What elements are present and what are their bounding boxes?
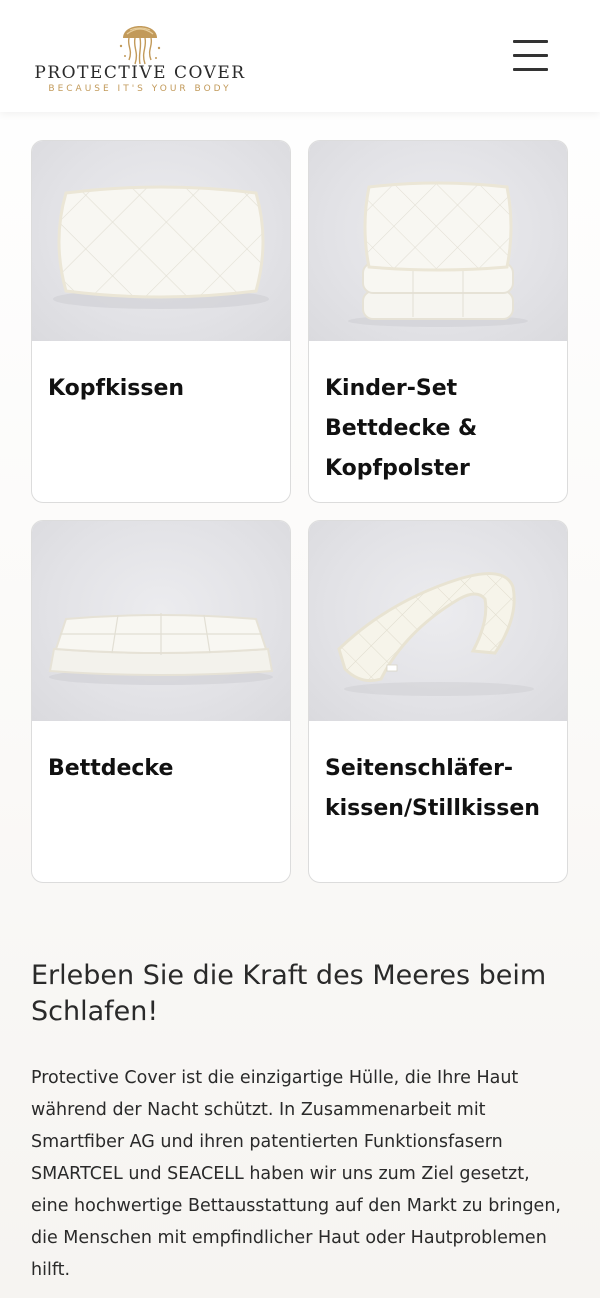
product-card-seitenschlaeferkissen[interactable]: Seitenschläfer-kissen/Stillkissen (308, 520, 568, 883)
duvet-image (32, 521, 290, 721)
product-card-bettdecke[interactable]: Bettdecke (31, 520, 291, 883)
jellyfish-logo-icon (117, 16, 163, 66)
pillow-image (32, 141, 290, 341)
site-header: PROTECTIVE COVER BECAUSE IT'S YOUR BODY (0, 0, 600, 112)
product-title: Kinder-Set Bettdecke & Kopfpolster (325, 376, 478, 481)
product-title: Bettdecke (48, 756, 174, 781)
brand-logo[interactable]: PROTECTIVE COVER BECAUSE IT'S YOUR BODY (30, 16, 250, 100)
section-heading: Erleben Sie die Kraft des Meeres beim Sc… (31, 960, 547, 1027)
logo-title: PROTECTIVE COVER (34, 63, 246, 83)
product-card-kopfkissen[interactable]: Kopfkissen (31, 140, 291, 503)
side-sleeper-pillow-image (309, 521, 567, 721)
section-paragraph: Protective Cover ist die einzigartige Hü… (31, 1068, 561, 1280)
logo-tagline: BECAUSE IT'S YOUR BODY (48, 84, 232, 94)
product-title: Kopfkissen (48, 376, 185, 401)
product-card-kinder-set[interactable]: Kinder-Set Bettdecke & Kopfpolster (308, 140, 568, 503)
hamburger-menu-icon[interactable] (508, 36, 552, 76)
kids-set-image (309, 141, 567, 341)
product-title: Seitenschläfer-kissen/Stillkissen (325, 756, 540, 821)
